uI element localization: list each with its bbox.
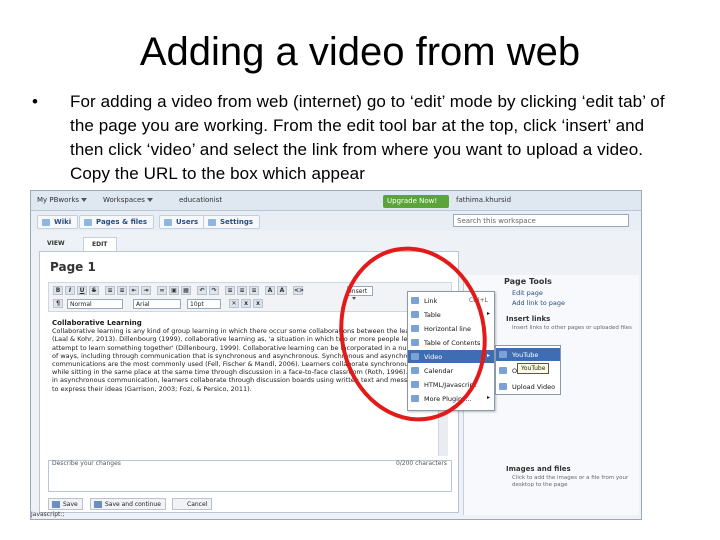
tab-edit[interactable]: EDIT	[83, 237, 117, 251]
plugin-icon	[411, 395, 419, 402]
menu-item-horizontal-line[interactable]: Horizontal line	[408, 322, 494, 335]
insert-button[interactable]: Insert	[347, 286, 373, 300]
cancel-button[interactable]: Cancel	[172, 498, 213, 510]
account-menu[interactable]: fathima.khursid	[456, 196, 511, 204]
table-icon	[411, 311, 419, 318]
link-icon	[411, 297, 419, 304]
page-title[interactable]: Page 1	[50, 260, 96, 274]
embedded-screenshot: My PBworks Workspaces educationist Upgra…	[30, 190, 642, 520]
tab-pages-files[interactable]: Pages & files	[79, 215, 155, 229]
undo-icon[interactable]: ↶	[197, 286, 207, 295]
tab-users[interactable]: Users	[159, 215, 206, 229]
menu-item-link[interactable]: Link Ctrl+L	[408, 294, 494, 307]
video-icon	[499, 367, 507, 374]
underline-button[interactable]: U	[77, 286, 87, 295]
calendar-icon	[411, 367, 419, 374]
editor-panel: Page 1 B I U S ≡ ≡ ⇤ ⇥ ∞ ▣ ▦ ↶ ↷ ≡ ≡ ≡ A…	[39, 251, 459, 513]
paragraph-icon[interactable]: ¶	[53, 299, 63, 308]
chevron-down-icon	[352, 297, 356, 300]
align-left-icon[interactable]: ≡	[225, 286, 235, 295]
workspaces-menu[interactable]: Workspaces	[103, 196, 153, 204]
bold-button[interactable]: B	[53, 286, 63, 295]
upgrade-button[interactable]: Upgrade Now!	[383, 195, 449, 208]
align-center-icon[interactable]: ≡	[237, 286, 247, 295]
align-right-icon[interactable]: ≡	[249, 286, 259, 295]
code-icon	[411, 381, 419, 388]
youtube-icon	[499, 351, 507, 358]
menu-item-table[interactable]: Table ▸	[408, 308, 494, 321]
number-list-icon[interactable]: ≡	[117, 286, 127, 295]
toc-icon	[411, 339, 419, 346]
tab-view[interactable]: VIEW	[39, 237, 79, 251]
menu-item-html-js[interactable]: HTML/Javascript	[408, 378, 494, 391]
submenu-upload-video[interactable]: Upload Video	[496, 380, 560, 393]
save-continue-button[interactable]: Save and continue	[90, 498, 166, 510]
chevron-down-icon	[146, 198, 153, 202]
tool-edit-page[interactable]: Edit page	[512, 289, 543, 297]
menu-item-video[interactable]: Video ▸	[408, 350, 494, 363]
redo-icon[interactable]: ↷	[209, 286, 219, 295]
bullet-text: For adding a video from web (internet) g…	[70, 92, 665, 183]
my-pbworks-link[interactable]: My PBworks	[37, 196, 88, 204]
html-icon[interactable]: <>	[293, 286, 304, 295]
submenu-youtube[interactable]: YouTube	[496, 348, 560, 361]
tool-add-link[interactable]: Add link to page	[512, 299, 565, 307]
page-tools-heading: Page Tools	[504, 277, 552, 286]
insert-dropdown-menu: Link Ctrl+L Table ▸ Horizontal line Table …	[407, 291, 495, 411]
menu-item-calendar[interactable]: Calendar	[408, 364, 494, 377]
link-icon[interactable]: ∞	[157, 286, 167, 295]
upload-icon	[499, 383, 507, 390]
image-icon[interactable]: ▣	[169, 286, 179, 295]
tab-wiki[interactable]: Wiki	[37, 215, 79, 229]
users-icon	[164, 219, 172, 226]
pages-icon	[84, 219, 92, 226]
menu-item-toc[interactable]: Table of Contents	[408, 336, 494, 349]
slide-title: Adding a video from web	[139, 30, 581, 74]
search-input[interactable]: Search this workspace	[453, 214, 629, 227]
video-icon	[411, 353, 419, 360]
status-bar: Javascript:;	[31, 511, 65, 518]
comment-box[interactable]: Describe your changes 0/200 characters	[48, 460, 452, 492]
wiki-icon	[42, 219, 50, 226]
youtube-tooltip: YouTube	[517, 363, 550, 374]
content-heading: Collaborative Learning	[52, 319, 142, 327]
images-heading: Images and files	[506, 465, 571, 473]
settings-icon	[208, 219, 216, 226]
workspace-name[interactable]: educationist	[179, 196, 222, 204]
text-color-icon[interactable]: A	[265, 286, 275, 295]
size-select[interactable]: 10pt	[187, 299, 221, 309]
comment-count: 0/200 characters	[395, 460, 447, 467]
bullet-paragraph: • For adding a video from web (internet)…	[32, 90, 682, 186]
insert-links-heading: Insert links	[506, 315, 551, 323]
images-note: Click to add the images or a file from y…	[512, 475, 629, 488]
italic-button[interactable]: I	[65, 286, 75, 295]
insert-links-note: Insert links to other pages or uploaded …	[512, 325, 632, 331]
highlight-icon[interactable]: A	[277, 286, 287, 295]
save-button[interactable]: Save	[48, 498, 83, 510]
save-icon	[94, 501, 102, 508]
content-body: Collaborative learning is any kind of gr…	[52, 327, 428, 393]
bullet-list-icon[interactable]: ≡	[105, 286, 115, 295]
superscript-icon[interactable]: x	[253, 299, 263, 308]
comment-label: Describe your changes	[52, 460, 121, 467]
table-icon[interactable]: ▦	[181, 286, 191, 295]
pbworks-topbar: My PBworks Workspaces educationist Upgra…	[31, 191, 641, 211]
outdent-icon[interactable]: ⇤	[129, 286, 139, 295]
style-select[interactable]: Normal	[67, 299, 123, 309]
bullet-marker: •	[32, 92, 39, 111]
editor-content[interactable]: Collaborative Learning Collaborative lea…	[48, 316, 434, 456]
clear-format-icon[interactable]: ✕	[229, 299, 239, 308]
horizontal-line-icon	[411, 325, 419, 332]
subscript-icon[interactable]: x	[241, 299, 251, 308]
font-select[interactable]: Arial	[133, 299, 181, 309]
chevron-down-icon	[81, 198, 88, 202]
save-icon	[52, 501, 60, 508]
strike-button[interactable]: S	[89, 286, 99, 295]
tab-settings[interactable]: Settings	[203, 215, 261, 229]
edit-toolbar: B I U S ≡ ≡ ⇤ ⇥ ∞ ▣ ▦ ↶ ↷ ≡ ≡ ≡ A A <> I…	[48, 282, 452, 312]
menu-item-more-plugins[interactable]: More Plugins... ▸	[408, 392, 494, 405]
indent-icon[interactable]: ⇥	[141, 286, 151, 295]
